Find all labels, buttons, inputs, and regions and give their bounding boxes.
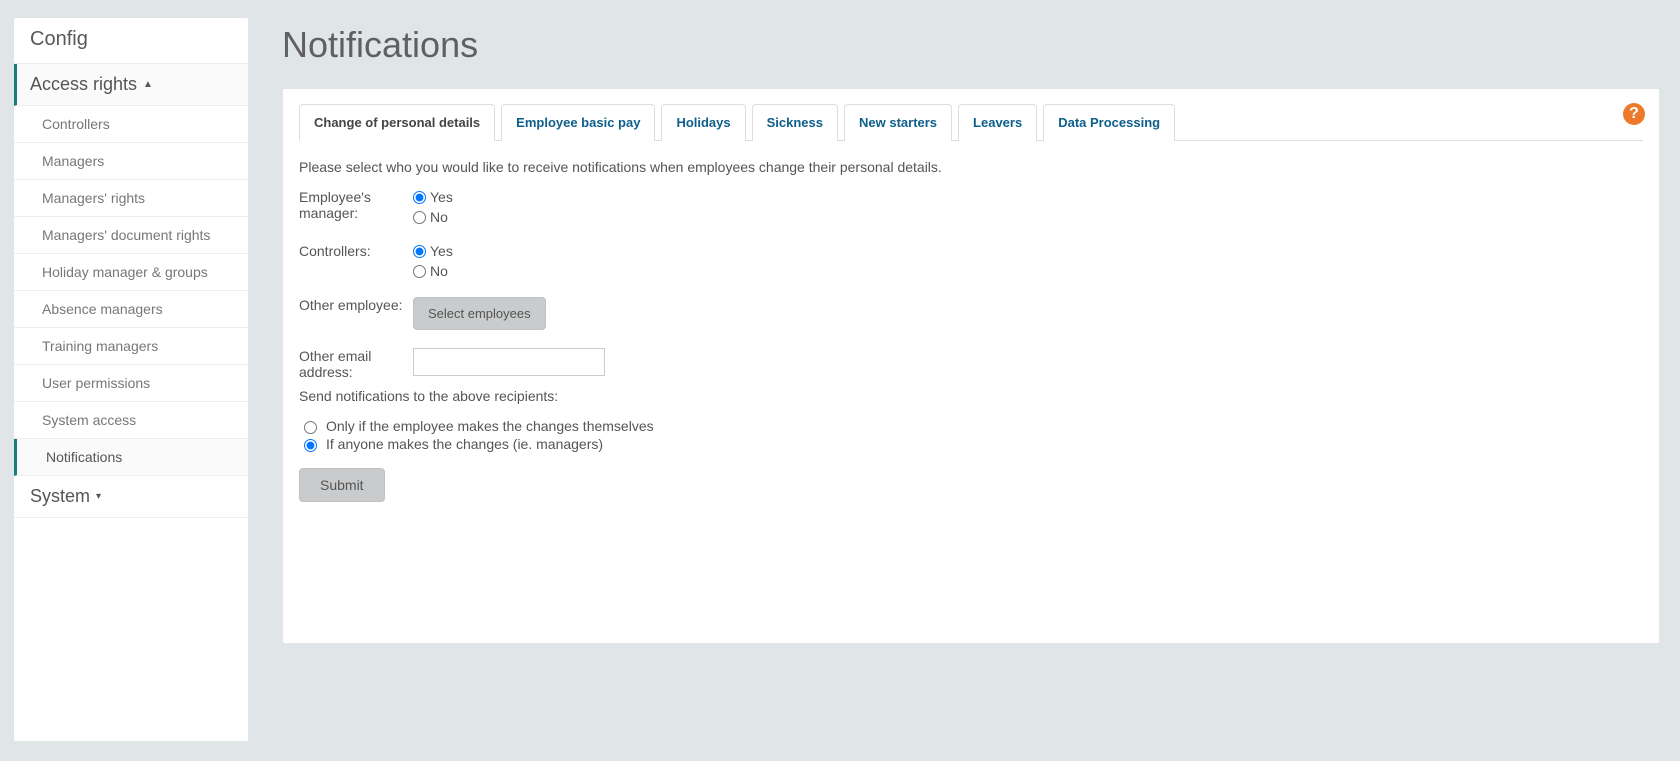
sidebar-item-absence-managers[interactable]: Absence managers bbox=[14, 291, 248, 328]
radio-input-employee-manager-no[interactable] bbox=[413, 211, 426, 224]
tab-new-starters[interactable]: New starters bbox=[844, 104, 952, 141]
radio-label-yes: Yes bbox=[430, 243, 453, 259]
intro-text: Please select who you would like to rece… bbox=[299, 159, 1643, 175]
radio-input-anyone[interactable] bbox=[304, 439, 317, 452]
sidebar-header: Config bbox=[14, 18, 248, 64]
radio-label-no: No bbox=[430, 209, 448, 225]
submit-button[interactable]: Submit bbox=[299, 468, 385, 502]
tabs: Change of personal details Employee basi… bbox=[299, 103, 1643, 141]
radio-label-anyone: If anyone makes the changes (ie. manager… bbox=[326, 436, 603, 452]
other-email-input[interactable] bbox=[413, 348, 605, 376]
tab-employee-basic-pay[interactable]: Employee basic pay bbox=[501, 104, 655, 141]
radio-input-controllers-yes[interactable] bbox=[413, 245, 426, 258]
sidebar-item-managers-rights[interactable]: Managers' rights bbox=[14, 180, 248, 217]
panel: ? Change of personal details Employee ba… bbox=[282, 88, 1660, 644]
tab-leavers[interactable]: Leavers bbox=[958, 104, 1037, 141]
radio-label-yes: Yes bbox=[430, 189, 453, 205]
radio-controllers-yes[interactable]: Yes bbox=[413, 243, 453, 259]
select-employees-button[interactable]: Select employees bbox=[413, 297, 546, 330]
radio-label-no: No bbox=[430, 263, 448, 279]
radio-input-controllers-no[interactable] bbox=[413, 265, 426, 278]
sidebar-item-system-access[interactable]: System access bbox=[14, 402, 248, 439]
radio-controllers-no[interactable]: No bbox=[413, 263, 453, 279]
sidebar: Config Access rights ▲ Controllers Manag… bbox=[14, 18, 248, 741]
sidebar-item-controllers[interactable]: Controllers bbox=[14, 106, 248, 143]
row-other-email: Other email address: bbox=[299, 348, 1643, 380]
tab-content: Please select who you would like to rece… bbox=[299, 141, 1643, 502]
page-title: Notifications bbox=[282, 24, 1660, 66]
sidebar-item-user-permissions[interactable]: User permissions bbox=[14, 365, 248, 402]
tab-holidays[interactable]: Holidays bbox=[661, 104, 745, 141]
sidebar-section-title-system[interactable]: System ▾ bbox=[14, 476, 248, 518]
sidebar-item-notifications[interactable]: Notifications bbox=[14, 439, 248, 476]
radio-employee-manager-yes[interactable]: Yes bbox=[413, 189, 453, 205]
sidebar-item-managers-document-rights[interactable]: Managers' document rights bbox=[14, 217, 248, 254]
label-other-email: Other email address: bbox=[299, 348, 413, 380]
label-employee-manager: Employee's manager: bbox=[299, 189, 413, 221]
chevron-up-icon: ▲ bbox=[143, 79, 153, 90]
radio-input-only-self[interactable] bbox=[304, 421, 317, 434]
chevron-down-icon: ▾ bbox=[96, 491, 101, 502]
radio-label-only-self: Only if the employee makes the changes t… bbox=[326, 418, 654, 434]
tab-change-personal-details[interactable]: Change of personal details bbox=[299, 104, 495, 141]
radio-input-employee-manager-yes[interactable] bbox=[413, 191, 426, 204]
sidebar-section-access-rights[interactable]: Access rights ▲ Controllers Managers Man… bbox=[14, 64, 248, 476]
label-send-notifications: Send notifications to the above recipien… bbox=[299, 388, 1643, 404]
tab-sickness[interactable]: Sickness bbox=[752, 104, 838, 141]
help-icon[interactable]: ? bbox=[1623, 103, 1645, 125]
label-controllers: Controllers: bbox=[299, 243, 413, 259]
tab-data-processing[interactable]: Data Processing bbox=[1043, 104, 1175, 141]
sidebar-item-managers[interactable]: Managers bbox=[14, 143, 248, 180]
sidebar-item-training-managers[interactable]: Training managers bbox=[14, 328, 248, 365]
main-content: Notifications ? Change of personal detai… bbox=[282, 18, 1660, 741]
radio-anyone[interactable]: If anyone makes the changes (ie. manager… bbox=[299, 436, 1643, 452]
label-other-employee: Other employee: bbox=[299, 297, 413, 313]
sidebar-subitems: Controllers Managers Managers' rights Ma… bbox=[14, 106, 248, 476]
radio-employee-manager-no[interactable]: No bbox=[413, 209, 453, 225]
sidebar-section-title-access-rights[interactable]: Access rights ▲ bbox=[14, 64, 248, 106]
sidebar-section-system[interactable]: System ▾ bbox=[14, 476, 248, 518]
row-employee-manager: Employee's manager: Yes No bbox=[299, 189, 1643, 225]
row-other-employee: Other employee: Select employees bbox=[299, 297, 1643, 330]
sidebar-section-label: System bbox=[30, 486, 90, 507]
sidebar-section-label: Access rights bbox=[30, 74, 137, 95]
sidebar-item-holiday-manager-groups[interactable]: Holiday manager & groups bbox=[14, 254, 248, 291]
row-controllers: Controllers: Yes No bbox=[299, 243, 1643, 279]
radio-only-self[interactable]: Only if the employee makes the changes t… bbox=[299, 418, 1643, 434]
